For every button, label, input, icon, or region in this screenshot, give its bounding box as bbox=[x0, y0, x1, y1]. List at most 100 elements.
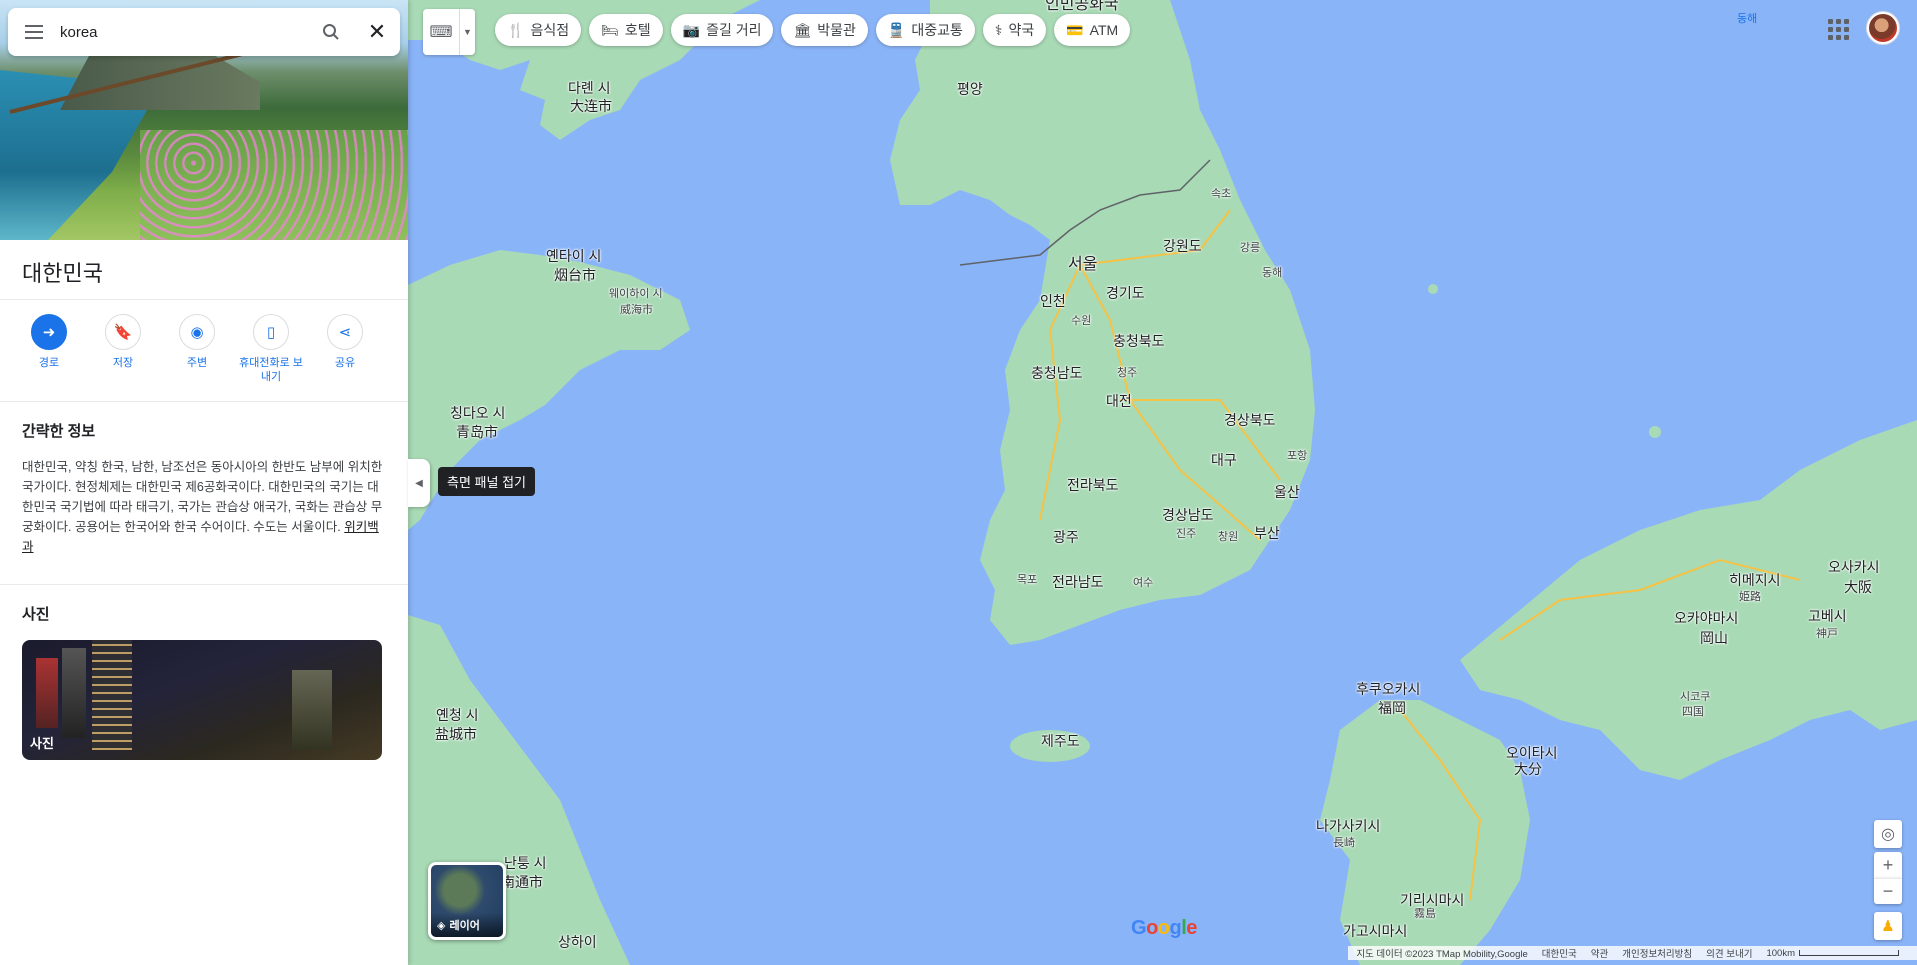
menu-icon[interactable] bbox=[8, 25, 60, 39]
map-label-city[interactable]: 大阪 bbox=[1844, 579, 1872, 595]
layers-button[interactable]: ◈ 레이어 bbox=[428, 862, 506, 940]
map-label-city[interactable]: 姫路 bbox=[1739, 591, 1761, 603]
map-label-city[interactable]: 옌타이 시 bbox=[546, 248, 601, 264]
map-label-region[interactable]: 전라북도 bbox=[1067, 477, 1119, 493]
map-label-city[interactable]: 가고시마시 bbox=[1343, 923, 1407, 939]
zoom-out-button[interactable]: − bbox=[1874, 878, 1902, 904]
map-label-city[interactable]: 여수 bbox=[1133, 577, 1153, 589]
street-view-pegman[interactable]: ♟ bbox=[1874, 912, 1902, 940]
map-label-region[interactable]: 충청남도 bbox=[1031, 365, 1083, 381]
map-label-region[interactable]: 四国 bbox=[1682, 706, 1704, 718]
map-label-city[interactable]: 목포 bbox=[1017, 574, 1037, 586]
map-label-city[interactable]: 岡山 bbox=[1700, 630, 1728, 646]
chip-restaurants[interactable]: 🍴 음식점 bbox=[495, 14, 582, 46]
map-label-city[interactable]: 烟台市 bbox=[554, 267, 596, 283]
photo-card[interactable]: 사진 bbox=[22, 640, 382, 760]
map-label-city[interactable]: 후쿠오카시 bbox=[1356, 681, 1420, 697]
map-label-city[interactable]: 인천 bbox=[1040, 293, 1066, 309]
action-label: 공유 bbox=[334, 357, 356, 369]
chip-transit[interactable]: 🚆 대중교통 bbox=[875, 14, 975, 46]
map-label-region[interactable]: 경상북도 bbox=[1224, 412, 1276, 428]
map-label-city[interactable]: 威海市 bbox=[620, 304, 653, 316]
map-label-city[interactable]: 광주 bbox=[1053, 529, 1079, 545]
map-label-city[interactable]: 오카야마시 bbox=[1674, 610, 1738, 626]
terms-link[interactable]: 약관 bbox=[1591, 946, 1608, 960]
chip-pharmacies[interactable]: ⚕ 약국 bbox=[982, 14, 1047, 46]
map-label-city[interactable]: 난퉁 시 bbox=[504, 855, 547, 871]
map-label-city[interactable]: 長崎 bbox=[1333, 837, 1355, 849]
map-label-city[interactable]: 대전 bbox=[1106, 393, 1132, 409]
map-label-city[interactable]: 오사카시 bbox=[1828, 559, 1880, 575]
map-label-city[interactable]: 부산 bbox=[1254, 525, 1280, 541]
map-label-sea[interactable]: 동해 bbox=[1737, 13, 1757, 25]
map-label-region[interactable]: 경기도 bbox=[1106, 285, 1145, 301]
input-tools-button[interactable]: ⌨ ▼ bbox=[423, 9, 475, 55]
map-label-city[interactable]: 神戸 bbox=[1816, 628, 1838, 640]
map-label-country[interactable]: 인민공화국 bbox=[1045, 0, 1119, 14]
close-icon[interactable]: ✕ bbox=[354, 8, 400, 56]
map-label-city[interactable]: 히메지시 bbox=[1729, 572, 1781, 588]
map-label-city[interactable]: 평양 bbox=[957, 81, 983, 97]
map-label-city[interactable]: 대구 bbox=[1211, 452, 1237, 468]
map-label-city[interactable]: 大连市 bbox=[570, 98, 612, 114]
collapse-panel-button[interactable]: ◀ bbox=[408, 459, 430, 507]
map-label-city[interactable]: 동해 bbox=[1262, 267, 1282, 279]
search-input[interactable] bbox=[60, 23, 308, 41]
map-label-city[interactable]: 福岡 bbox=[1378, 700, 1406, 716]
map-label-region[interactable]: 강원도 bbox=[1163, 238, 1202, 254]
map-label-region[interactable]: 시코쿠 bbox=[1680, 691, 1710, 703]
directions-button[interactable]: ➜ 경로 bbox=[12, 314, 86, 389]
restaurant-icon: 🍴 bbox=[507, 21, 525, 38]
chevron-down-icon[interactable]: ▼ bbox=[459, 9, 475, 55]
map-label-city[interactable]: 霧島 bbox=[1414, 908, 1436, 920]
search-icon[interactable] bbox=[308, 8, 354, 56]
map-label-city[interactable]: 옌청 시 bbox=[436, 707, 479, 723]
nearby-button[interactable]: ◉ 주변 bbox=[160, 314, 234, 389]
map-label-city[interactable]: 다롄 시 bbox=[568, 80, 611, 96]
map-label-island[interactable]: 제주도 bbox=[1041, 733, 1080, 749]
privacy-link[interactable]: 개인정보처리방침 bbox=[1622, 946, 1692, 960]
map-label-city[interactable]: 南通市 bbox=[501, 874, 543, 890]
my-location-button[interactable]: ◎ bbox=[1874, 820, 1902, 848]
map-label-city[interactable]: 나가사키시 bbox=[1316, 818, 1380, 834]
chip-attractions[interactable]: 📷 즐길 거리 bbox=[670, 14, 774, 46]
map-label-city[interactable]: 칭다오 시 bbox=[450, 405, 505, 421]
chip-atms[interactable]: 💳 ATM bbox=[1054, 14, 1131, 46]
map-label-city[interactable]: 속초 bbox=[1211, 188, 1231, 200]
overview-heading: 간략한 정보 bbox=[22, 423, 96, 440]
share-button[interactable]: ⋖ 공유 bbox=[308, 314, 382, 389]
feedback-link[interactable]: 의견 보내기 bbox=[1706, 946, 1752, 960]
send-to-phone-button[interactable]: ▯ 휴대전화로 보내기 bbox=[234, 314, 308, 389]
map-label-region[interactable]: 충청북도 bbox=[1113, 333, 1165, 349]
scale-bar[interactable]: 100km bbox=[1766, 948, 1899, 959]
map-label-city[interactable]: 고베시 bbox=[1808, 608, 1847, 624]
map-label-city[interactable]: 울산 bbox=[1274, 484, 1300, 500]
map-label-city[interactable]: 창원 bbox=[1218, 531, 1238, 543]
map-label-city[interactable]: 청주 bbox=[1117, 367, 1137, 379]
map-label-region[interactable]: 전라남도 bbox=[1052, 574, 1104, 590]
map-label-city[interactable]: 포항 bbox=[1287, 450, 1307, 462]
land-honshu bbox=[1460, 420, 1917, 780]
map-label-city[interactable]: 青岛市 bbox=[456, 424, 498, 440]
save-button[interactable]: 🔖 저장 bbox=[86, 314, 160, 389]
chip-museums[interactable]: 🏛 박물관 bbox=[781, 14, 868, 46]
map-label-city[interactable]: 大分 bbox=[1514, 761, 1542, 777]
bookmark-icon: 🔖 bbox=[105, 314, 141, 350]
map-label-region[interactable]: 경상남도 bbox=[1162, 507, 1214, 523]
map-label-city[interactable]: 상하이 bbox=[558, 934, 597, 950]
keyboard-icon[interactable]: ⌨ bbox=[423, 22, 459, 42]
photo-building bbox=[62, 648, 86, 738]
map-label-city[interactable]: 기리시마시 bbox=[1400, 892, 1464, 908]
avatar[interactable] bbox=[1867, 12, 1899, 44]
map-label-city[interactable]: 오이타시 bbox=[1506, 745, 1558, 761]
map-label-city[interactable]: 웨이하이 시 bbox=[609, 288, 663, 300]
zoom-in-button[interactable]: + bbox=[1874, 852, 1902, 878]
country-link[interactable]: 대한민국 bbox=[1542, 946, 1577, 960]
map-label-city[interactable]: 盐城市 bbox=[435, 726, 477, 742]
map-label-city[interactable]: 강릉 bbox=[1240, 242, 1260, 254]
google-apps-icon[interactable] bbox=[1825, 16, 1849, 40]
map-label-city[interactable]: 서울 bbox=[1068, 256, 1097, 274]
map-label-city[interactable]: 수원 bbox=[1071, 315, 1091, 327]
map-label-city[interactable]: 진주 bbox=[1176, 528, 1196, 540]
chip-hotels[interactable]: 🛏 호텔 bbox=[589, 14, 663, 46]
